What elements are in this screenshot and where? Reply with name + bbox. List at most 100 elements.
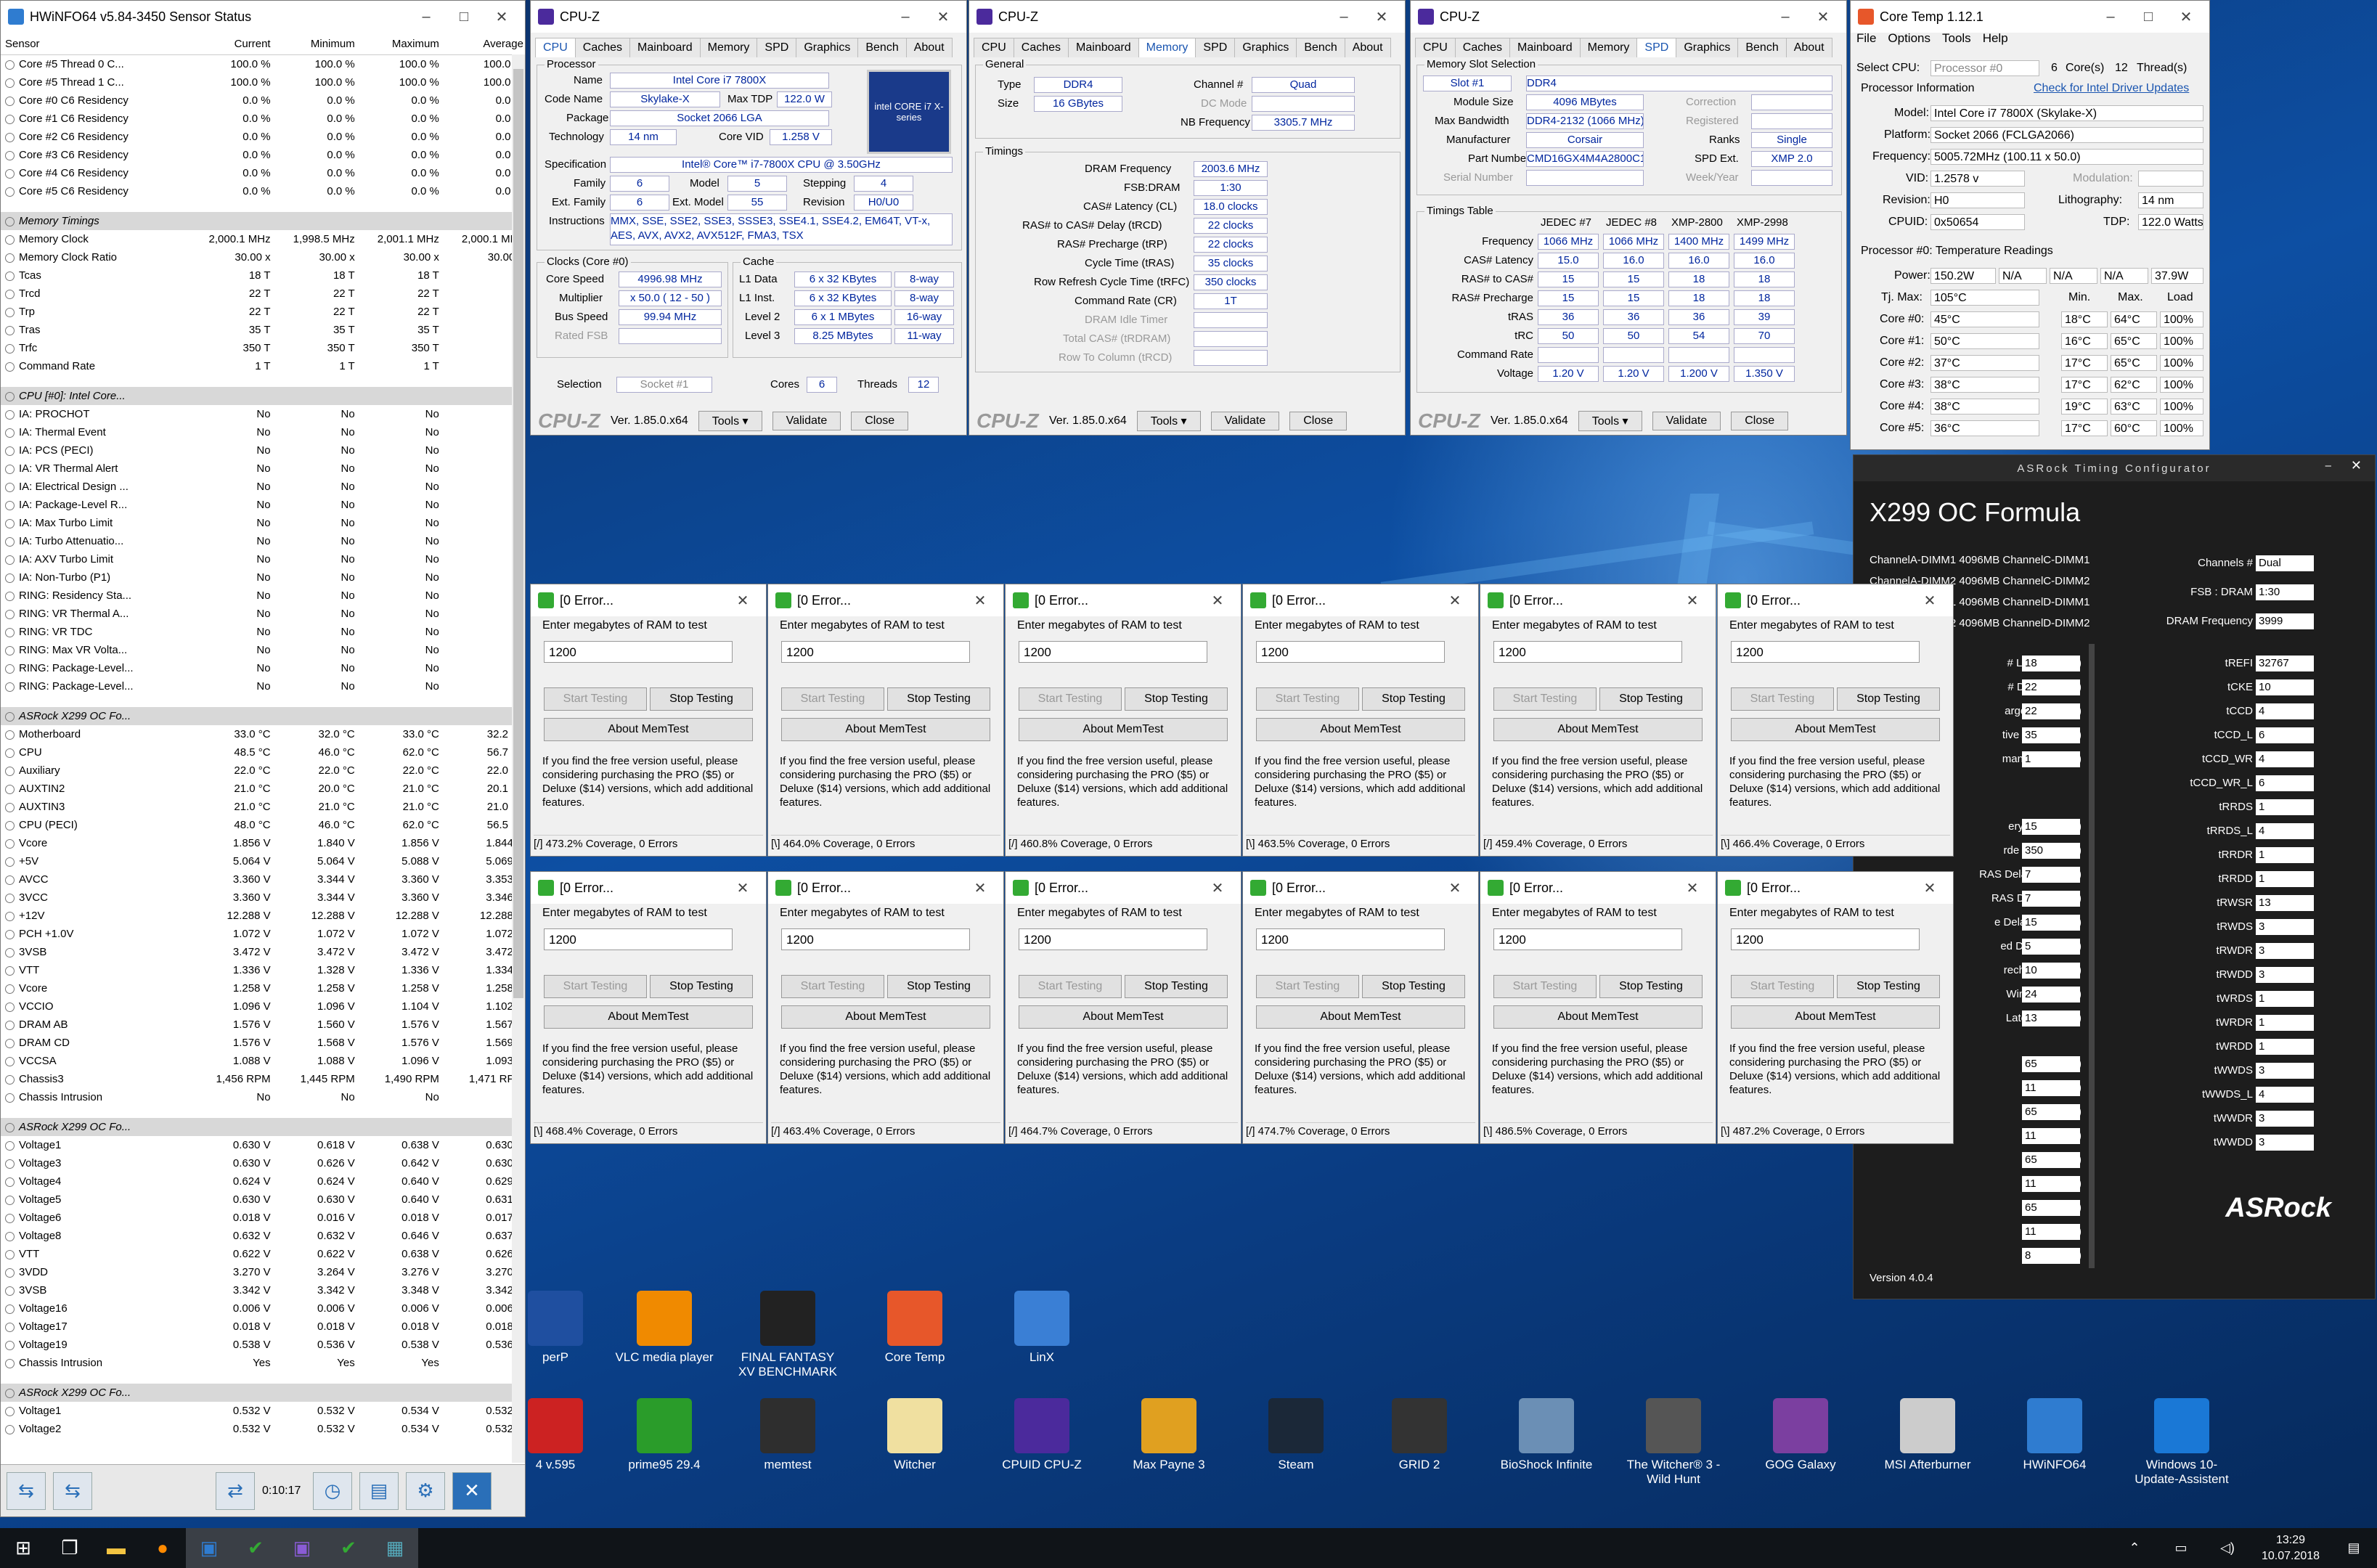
network-tray-icon[interactable]: ▭ [2158,1528,2204,1568]
sensor-row[interactable]: RING: VR Thermal A... No No No [1,605,525,623]
desktop-icon[interactable]: Max Payne 3 [1114,1398,1223,1472]
clock-icon[interactable]: ◷ [313,1471,352,1510]
desktop-icon[interactable]: FINAL FANTASY XV BENCHMARK [733,1291,842,1379]
tab-cpu[interactable]: CPU [535,38,576,57]
socket-select[interactable]: Socket #1 [616,377,712,393]
sensor-row[interactable]: Voltage5 0.630 V 0.630 V 0.640 V 0.631 V [1,1191,525,1209]
tab-cpu[interactable]: CPU [974,38,1014,57]
sensor-row[interactable]: Core #4 C6 Residency 0.0 % 0.0 % 0.0 % 0.0 % [1,164,525,182]
about-memtest-button[interactable]: About MemTest [1493,718,1703,741]
sensor-row[interactable]: Memory Clock 2,000.1 MHz 1,998.5 MHz 2,001.… [1,230,525,248]
about-memtest-button[interactable]: About MemTest [1731,718,1940,741]
ram-input[interactable]: 1200 [1019,928,1207,950]
sensor-row[interactable]: Motherboard 33.0 °C 32.0 °C 33.0 °C 32.2 °C [1,725,525,743]
minimize-icon[interactable]: – [889,9,921,25]
tab-graphics[interactable]: Graphics [1234,38,1297,57]
desktop-icon[interactable]: LinX [987,1291,1096,1365]
timing-value[interactable]: 15 [2022,819,2080,835]
close-icon[interactable]: ✕ [1807,8,1839,26]
close-icon[interactable]: ✕ [964,879,996,897]
timing-value[interactable]: 18 [2022,656,2080,671]
sensor-row[interactable]: Voltage6 0.018 V 0.016 V 0.018 V 0.017 V [1,1209,525,1227]
desktop-icon[interactable]: prime95 29.4 [610,1398,719,1472]
timing-value[interactable]: 7 [2022,867,2080,883]
tab-caches[interactable]: Caches [1013,38,1069,57]
stop-testing-button[interactable]: Stop Testing [1599,975,1703,998]
stop-testing-button[interactable]: Stop Testing [887,975,990,998]
tab-mainboard[interactable]: Mainboard [1509,38,1581,57]
memtest-titlebar[interactable]: [0 Error... ✕ [1006,872,1241,904]
timing-value[interactable]: 4 [2256,751,2314,767]
file-explorer-icon[interactable]: ▬ [93,1528,139,1568]
about-memtest-button[interactable]: About MemTest [544,718,753,741]
tab-spd[interactable]: SPD [1195,38,1236,57]
timing-value[interactable]: 4 [2256,1087,2314,1103]
memtest-titlebar[interactable]: [0 Error... ✕ [531,872,766,904]
timing-value[interactable]: 11 [2022,1176,2080,1192]
stop-testing-button[interactable]: Stop Testing [650,975,753,998]
timing-value[interactable]: 3 [2256,1111,2314,1127]
close-button[interactable]: Close [1731,412,1789,430]
validate-button[interactable]: Validate [1652,412,1721,430]
sensor-row[interactable]: Chassis3 1,456 RPM 1,445 RPM 1,490 RPM 1,471… [1,1070,525,1088]
timing-value[interactable]: 1 [2256,1015,2314,1031]
sensor-row[interactable]: Voltage17 0.018 V 0.018 V 0.018 V 0.018 V [1,1318,525,1336]
validate-button[interactable]: Validate [1210,412,1280,430]
timing-value[interactable]: 65 [2022,1056,2080,1072]
timing-value[interactable]: 10 [2256,679,2314,695]
close-icon[interactable]: ✕ [1366,8,1398,26]
hwinfo-scrollbar[interactable] [512,54,525,1463]
arrows-icon[interactable]: ⇆ [7,1471,46,1510]
volume-icon[interactable]: ◁) [2204,1528,2251,1568]
desktop-icon[interactable]: GRID 2 [1365,1398,1474,1472]
stop-testing-button[interactable]: Stop Testing [650,687,753,711]
sensor-row[interactable]: Memory Clock Ratio 30.00 x 30.00 x 30.00 x3… [1,248,525,266]
asrock-titlebar[interactable]: ASRock Timing Configurator [1854,455,2375,481]
ram-input[interactable]: 1200 [1731,641,1920,663]
settings-gear-icon[interactable]: ⚙ [406,1471,445,1510]
tab-spd[interactable]: SPD [757,38,797,57]
maximize-icon[interactable]: □ [448,9,480,25]
cpuz-titlebar[interactable]: CPU-Z – ✕ [969,1,1405,33]
task-view-icon[interactable]: ❐ [46,1528,93,1568]
tab-mainboard[interactable]: Mainboard [629,38,701,57]
about-memtest-button[interactable]: About MemTest [781,718,990,741]
ram-input[interactable]: 1200 [1256,641,1445,663]
close-icon[interactable]: ✕ [1202,879,1234,897]
sensor-row[interactable]: IA: Package-Level R... No No No [1,496,525,514]
sensor-row[interactable]: IA: Non-Turbo (P1) No No No [1,568,525,587]
start-testing-button[interactable]: Start Testing [544,687,647,711]
timing-value[interactable]: 22 [2022,679,2080,695]
action-center-icon[interactable]: ▤ [2331,1528,2377,1568]
tab-memory[interactable]: Memory [699,38,758,57]
memtest-alt-task-icon[interactable]: ✔ [325,1528,372,1568]
tab-caches[interactable]: Caches [1454,38,1511,57]
menu-file[interactable]: File [1856,31,1876,46]
sensor-row[interactable]: 3VSB 3.472 V 3.472 V 3.472 V 3.472 V [1,943,525,961]
memtest-titlebar[interactable]: [0 Error... ✕ [1243,584,1478,616]
coretemp-titlebar[interactable]: Core Temp 1.12.1 – □ ✕ [1851,1,2209,33]
tab-about[interactable]: About [905,38,953,57]
timing-value[interactable]: 3 [2256,967,2314,983]
memtest-titlebar[interactable]: [0 Error... ✕ [1480,584,1716,616]
close-icon[interactable]: ✕ [2170,8,2202,26]
sensor-row[interactable]: Voltage19 0.538 V 0.536 V 0.538 V 0.536 V [1,1336,525,1354]
close-icon[interactable]: ✕ [964,592,996,610]
sensor-row[interactable]: RING: Package-Level... No No No [1,659,525,677]
start-testing-button[interactable]: Start Testing [1493,975,1597,998]
sensor-row[interactable] [1,1106,525,1118]
start-testing-button[interactable]: Start Testing [1256,975,1359,998]
stop-testing-button[interactable]: Stop Testing [887,687,990,711]
desktop-icon[interactable]: memtest [733,1398,842,1472]
close-icon[interactable]: ✕ [1439,879,1471,897]
sensor-row[interactable]: Vcore 1.258 V 1.258 V 1.258 V 1.258 V [1,979,525,997]
memtest-titlebar[interactable]: [0 Error... ✕ [1480,872,1716,904]
sensor-row[interactable]: Core #5 Thread 0 C... 100.0 % 100.0 % 100.0… [1,55,525,73]
timing-value[interactable]: 24 [2022,987,2080,1003]
sensor-group-header[interactable]: ASRock X299 OC Fo... [1,1384,525,1402]
timing-value[interactable]: 35 [2022,727,2080,743]
ram-input[interactable]: 1200 [1019,641,1207,663]
slot-select[interactable]: Slot #1 [1423,75,1512,91]
sensor-row[interactable]: AVCC 3.360 V 3.344 V 3.360 V 3.353 V [1,870,525,889]
start-button[interactable]: ⊞ [0,1528,46,1568]
